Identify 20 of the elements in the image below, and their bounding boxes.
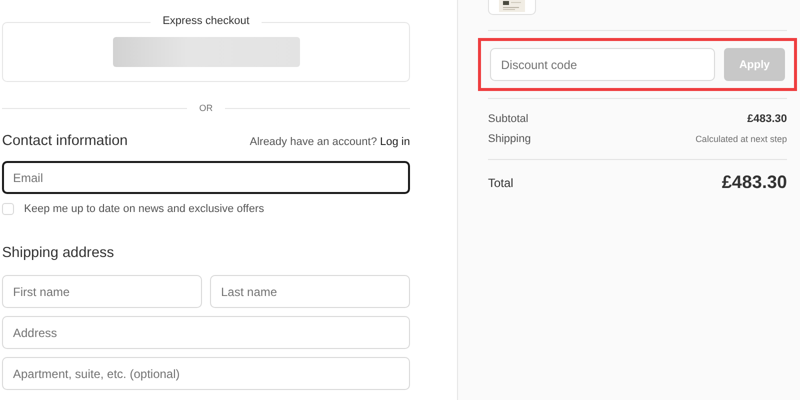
input-field[interactable]: Apartment, suite, etc. (optional) (2, 357, 410, 390)
total-amount: £483.30 (722, 172, 787, 193)
divider-label: OR (199, 103, 213, 113)
account-prompt: Already have an account? Log in (250, 136, 410, 148)
checkbox-label: Keep me up to date on news and exclusive offers (24, 203, 264, 215)
express-checkout-title: Express checkout (150, 15, 262, 27)
section-heading: Contact information (2, 133, 128, 149)
email-field[interactable]: Email (2, 161, 410, 194)
section-heading: Shipping address (2, 245, 116, 261)
total-label: Total (488, 176, 514, 190)
newsletter-checkbox[interactable] (2, 203, 14, 215)
summary-label: Subtotal (488, 113, 528, 125)
summary-label: Shipping (488, 133, 531, 145)
input-field[interactable]: Address (2, 316, 410, 349)
input-field[interactable]: First name (2, 275, 202, 308)
payment-button-placeholder[interactable] (112, 37, 300, 67)
summary-note: Calculated at next step (695, 134, 787, 144)
login-link[interactable]: Log in (380, 136, 410, 148)
summary-amount: £483.30 (747, 113, 787, 125)
input-field[interactable]: Last name (210, 275, 410, 308)
